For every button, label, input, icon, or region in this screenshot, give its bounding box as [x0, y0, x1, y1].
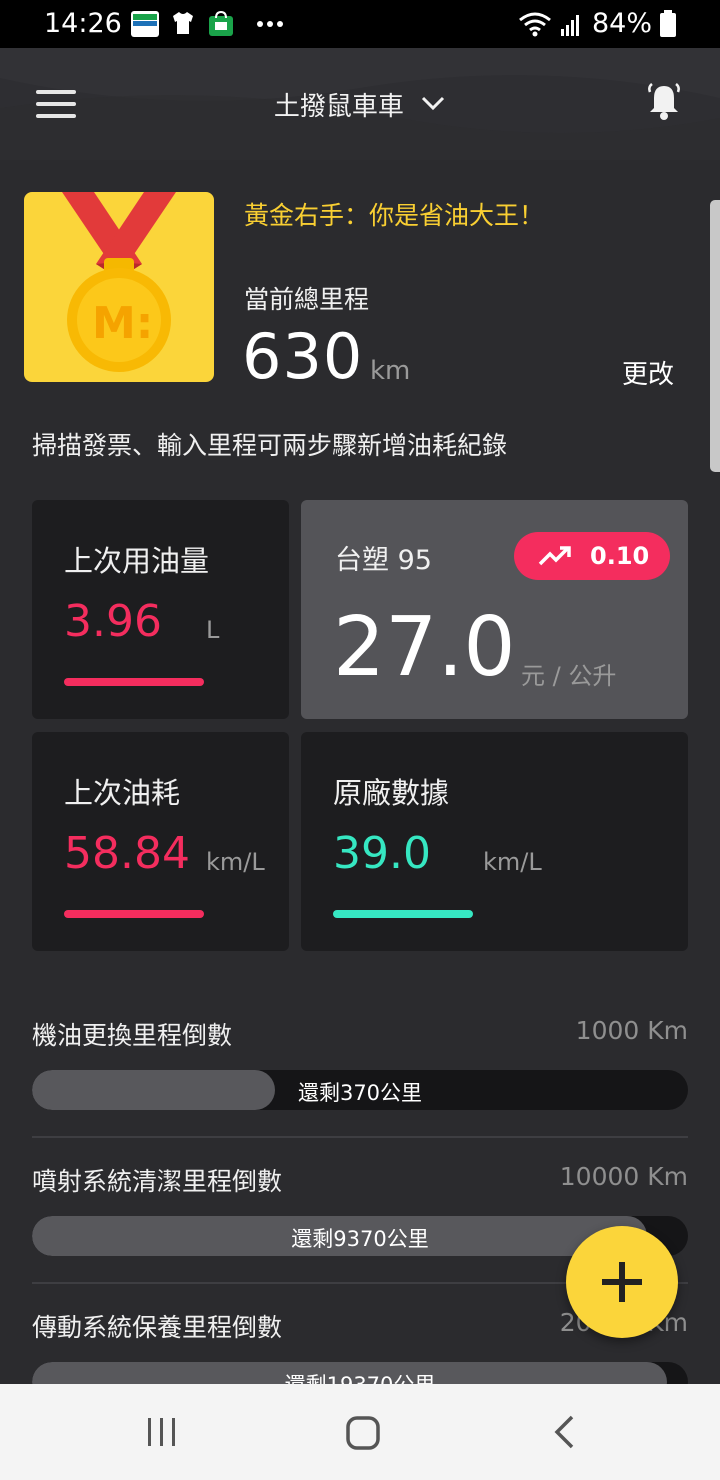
last-fuel-unit: L — [206, 616, 220, 644]
change-odometer-button[interactable]: 更改 — [622, 354, 674, 391]
achievement-title: 黃金右手：你是省油大王！ — [244, 201, 545, 230]
price-trend-value: 0.10 — [590, 542, 650, 570]
oil-change-total: 1000 Km — [575, 1016, 688, 1045]
recent-apps-icon[interactable] — [146, 1414, 178, 1450]
battery-percent: 84% — [591, 8, 652, 39]
factory-data-label: 原廠數據 — [333, 776, 450, 810]
divider — [32, 1136, 688, 1138]
last-fuel-card[interactable]: 上次用油量 3.96 L — [32, 500, 289, 719]
gold-medal-icon: M: — [24, 192, 214, 382]
oil-change-label: 機油更換里程倒數 — [32, 1021, 233, 1050]
factory-data-value: 39.0 — [333, 828, 431, 879]
status-bar: 14:26 84% — [0, 0, 720, 48]
bell-icon[interactable] — [646, 82, 682, 122]
shopping-bag-icon — [209, 10, 233, 36]
fuel-price-value: 27.0 — [333, 600, 516, 695]
factory-data-unit: km/L — [483, 848, 542, 876]
add-record-button[interactable] — [566, 1226, 678, 1338]
vehicle-selector[interactable]: 土撥鼠車車 — [0, 86, 720, 123]
system-nav-bar — [0, 1384, 720, 1480]
last-economy-bar — [64, 910, 204, 918]
odometer-value: 630 — [242, 320, 364, 393]
familymart-icon — [131, 11, 159, 37]
factory-data-card[interactable]: 原廠數據 39.0 km/L — [301, 732, 688, 951]
status-time: 14:26 — [44, 8, 122, 39]
last-economy-card[interactable]: 上次油耗 58.84 km/L — [32, 732, 289, 951]
injection-clean-label: 噴射系統清潔里程倒數 — [32, 1167, 283, 1196]
wifi-icon — [519, 12, 551, 36]
injection-clean-total: 10000 Km — [559, 1162, 688, 1191]
price-trend-badge: 0.10 — [514, 532, 670, 580]
oil-change-remaining: 還剩370公里 — [297, 1081, 423, 1105]
tshirt-icon — [173, 12, 193, 34]
transmission-label: 傳動系統保養里程倒數 — [32, 1313, 283, 1342]
app-header: 土撥鼠車車 — [0, 48, 720, 160]
last-fuel-value: 3.96 — [64, 596, 162, 647]
scrollbar-thumb[interactable] — [710, 200, 720, 472]
odometer-label: 當前總里程 — [244, 285, 370, 314]
last-fuel-label: 上次用油量 — [64, 544, 210, 578]
odometer-unit: km — [370, 356, 411, 386]
last-fuel-bar — [64, 678, 204, 686]
trending-up-icon — [538, 546, 571, 566]
add-record-hint: 掃描發票、輸入里程可兩步驟新增油耗紀錄 — [32, 431, 508, 460]
back-icon[interactable] — [552, 1414, 576, 1450]
last-economy-value: 58.84 — [64, 828, 190, 879]
more-dots-icon — [257, 21, 283, 27]
last-economy-unit: km/L — [206, 848, 265, 876]
oil-change-progress[interactable]: 還剩370公里 — [32, 1070, 688, 1110]
battery-icon — [660, 9, 676, 37]
signal-icon — [560, 14, 579, 36]
chevron-down-icon — [422, 96, 445, 111]
factory-data-bar — [333, 910, 473, 918]
home-icon[interactable] — [344, 1414, 382, 1452]
svg-text:M:: M: — [92, 298, 153, 349]
fuel-price-unit: 元 / 公升 — [521, 662, 617, 690]
vehicle-name: 土撥鼠車車 — [273, 92, 404, 122]
last-economy-label: 上次油耗 — [64, 776, 181, 810]
plus-icon — [602, 1262, 642, 1302]
fuel-type-label: 台塑 95 — [335, 545, 432, 576]
